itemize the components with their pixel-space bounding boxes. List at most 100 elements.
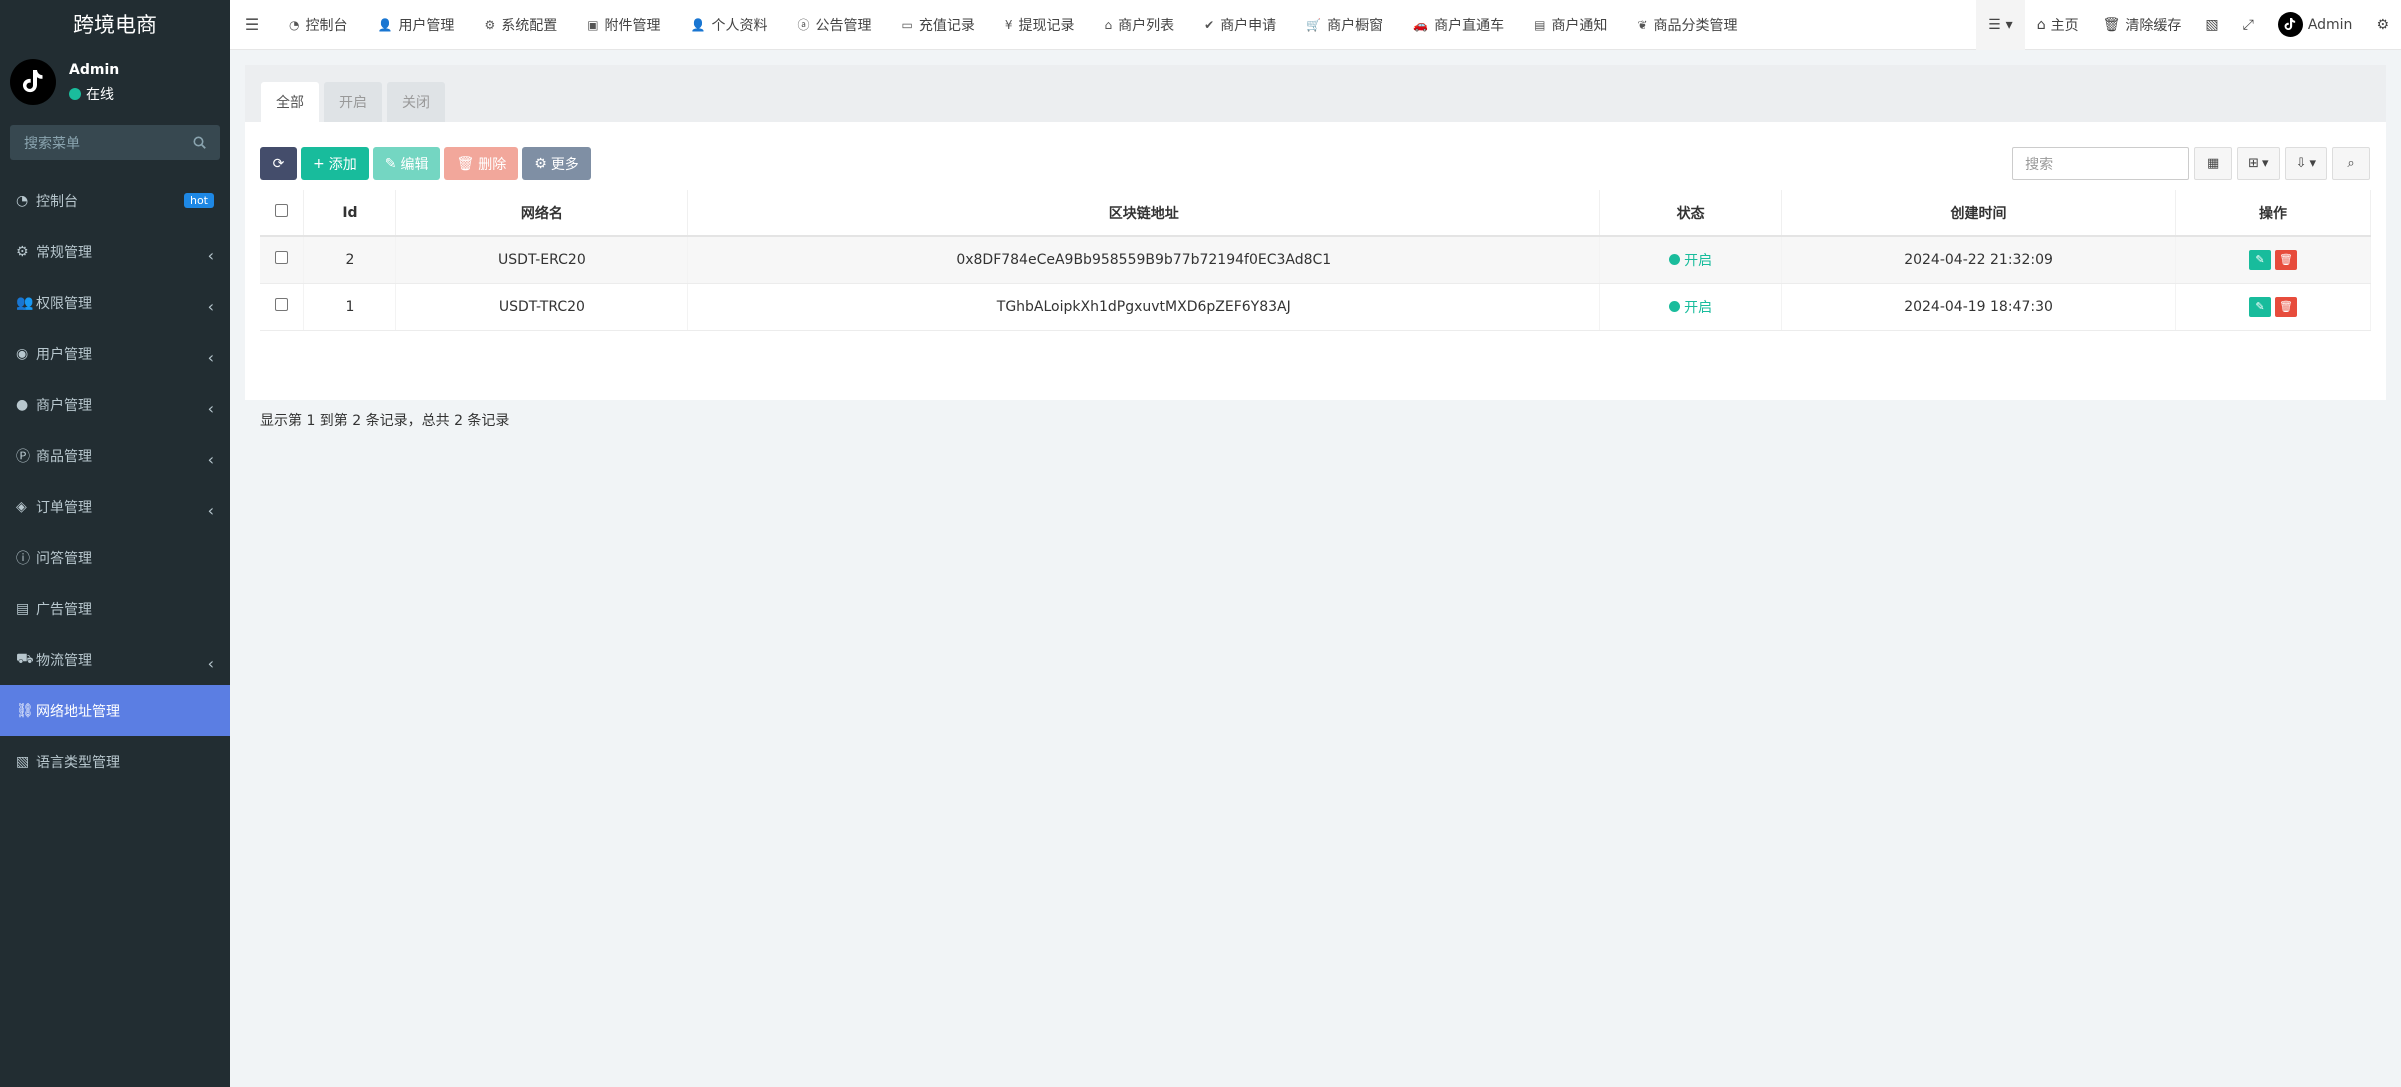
truck-icon: ⛟ bbox=[16, 650, 34, 667]
nav-tab-label: 充值记录 bbox=[918, 17, 975, 34]
sidebar-item-label: 语言类型管理 bbox=[36, 754, 120, 771]
caret-down-icon: ▾ bbox=[2005, 16, 2013, 33]
status-badge[interactable]: 开启 bbox=[1669, 297, 1712, 317]
search-icon[interactable] bbox=[193, 136, 206, 149]
trash-icon: 🗑 bbox=[2279, 253, 2293, 267]
brand-title[interactable]: 跨境电商 bbox=[0, 0, 230, 50]
admin-menu[interactable]: Admin bbox=[2266, 0, 2365, 50]
user-panel: Admin 在线 bbox=[0, 50, 230, 118]
menu-search-input[interactable]: 搜索菜单 bbox=[10, 125, 220, 160]
advanced-search-button[interactable]: ⌕ bbox=[2332, 147, 2370, 180]
nav-tab-attachments[interactable]: ▣ 附件管理 bbox=[572, 0, 675, 50]
nav-tab-label: 用户管理 bbox=[398, 17, 455, 34]
column-header-created[interactable]: 创建时间 bbox=[1781, 190, 2176, 237]
sidebar-item-ads[interactable]: ▤ 广告管理 bbox=[0, 583, 230, 634]
sidebar-item-label: 权限管理 bbox=[36, 295, 92, 312]
language-button[interactable]: ▧ bbox=[2193, 0, 2230, 50]
sidebar-item-qa[interactable]: ⓘ 问答管理 bbox=[0, 532, 230, 583]
refresh-button[interactable]: ⟳ bbox=[260, 147, 297, 180]
nav-tab-label: 商户通知 bbox=[1551, 17, 1608, 34]
check-circle-icon: ✔ bbox=[1204, 17, 1215, 32]
nav-tab-announcements[interactable]: ⓐ 公告管理 bbox=[783, 0, 887, 50]
cogs-icon: ⚙ bbox=[16, 243, 29, 260]
status-badge[interactable]: 开启 bbox=[1669, 250, 1712, 270]
online-dot-icon bbox=[69, 88, 81, 100]
sidebar-item-merchants[interactable]: ● 商户管理 ‹ bbox=[0, 379, 230, 430]
row-delete-button[interactable]: 🗑 bbox=[2275, 249, 2297, 270]
nav-tab-label: 商户橱窗 bbox=[1327, 17, 1384, 34]
sidebar-item-users[interactable]: ◉ 用户管理 ‹ bbox=[0, 328, 230, 379]
tabs-dropdown-button[interactable]: ☰ ▾ bbox=[1976, 0, 2025, 50]
row-edit-button[interactable]: ✎ bbox=[2249, 249, 2271, 270]
nav-tab-recharge[interactable]: ▭ 充值记录 bbox=[887, 0, 990, 50]
column-header-network-name[interactable]: 网络名 bbox=[395, 190, 689, 237]
nav-tab-label: 提现记录 bbox=[1018, 17, 1075, 34]
cell-created: 2024-04-22 21:32:09 bbox=[1781, 236, 2176, 284]
tab-disabled[interactable]: 关闭 bbox=[387, 82, 445, 122]
menu-toggle-icon[interactable]: ☰ bbox=[230, 15, 274, 34]
toggle-view-button[interactable]: ▦ bbox=[2194, 147, 2233, 180]
caret-down-icon: ▾ bbox=[2309, 156, 2316, 171]
admin-name: Admin bbox=[2307, 16, 2353, 33]
columns-button[interactable]: ⊞ ▾ bbox=[2237, 147, 2280, 180]
content-panel: 全部 开启 关闭 ⟳ + 添加 ✎ 编辑 🗑 删除 ⚙ 更多 搜索 ▦ ⊞ ▾ ⇩ ▾ ⌕ … bbox=[245, 65, 2386, 429]
sidebar-item-permissions[interactable]: 👥 权限管理 ‹ bbox=[0, 277, 230, 328]
nav-tab-merchant-showcase[interactable]: 🛒 商户橱窗 bbox=[1291, 0, 1398, 50]
select-all-checkbox[interactable] bbox=[275, 204, 289, 217]
nav-tab-withdraw[interactable]: ¥ 提现记录 bbox=[990, 0, 1090, 50]
table-search-input[interactable]: 搜索 bbox=[2012, 147, 2190, 180]
more-button[interactable]: ⚙ 更多 bbox=[522, 147, 591, 180]
sidebar-item-label: 广告管理 bbox=[36, 601, 92, 618]
column-header-actions: 操作 bbox=[2175, 190, 2371, 237]
nav-tab-users[interactable]: 👤 用户管理 bbox=[362, 0, 469, 50]
delete-label: 删除 bbox=[478, 156, 507, 173]
sidebar-item-network-address[interactable]: ⛓ 网络地址管理 bbox=[0, 685, 230, 736]
fullscreen-button[interactable]: ⤢ bbox=[2231, 0, 2266, 50]
column-header-id[interactable]: Id bbox=[303, 190, 397, 237]
home-link[interactable]: ⌂ 主页 bbox=[2025, 0, 2091, 50]
sidebar-item-orders[interactable]: ◈ 订单管理 ‹ bbox=[0, 481, 230, 532]
cell-network-name: USDT-TRC20 bbox=[395, 283, 689, 331]
row-checkbox[interactable] bbox=[275, 251, 289, 265]
sidebar-item-products[interactable]: Ⓟ 商品管理 ‹ bbox=[0, 430, 230, 481]
select-all-header bbox=[260, 190, 305, 237]
nav-tab-merchant-express[interactable]: 🚗 商户直通车 bbox=[1398, 0, 1519, 50]
sidebar-item-language[interactable]: ▧ 语言类型管理 bbox=[0, 736, 230, 787]
product-icon: Ⓟ bbox=[16, 448, 30, 465]
gear-icon: ⚙ bbox=[534, 155, 547, 172]
sidebar-menu: ◔ 控制台 hot ⚙ 常规管理 ‹ 👥 权限管理 ‹ ◉ 用户管理 ‹ ● 商… bbox=[0, 175, 230, 787]
nav-tab-category[interactable]: ❦ 商品分类管理 bbox=[1622, 0, 1752, 50]
home-icon: ⌂ bbox=[1104, 17, 1113, 32]
row-edit-button[interactable]: ✎ bbox=[2249, 296, 2271, 317]
sidebar-item-general[interactable]: ⚙ 常规管理 ‹ bbox=[0, 226, 230, 277]
hot-badge: hot bbox=[183, 193, 214, 208]
edit-button[interactable]: ✎ 编辑 bbox=[372, 147, 441, 180]
tab-enabled[interactable]: 开启 bbox=[324, 82, 382, 122]
settings-button[interactable]: ⚙ bbox=[2364, 0, 2401, 50]
nav-tab-profile[interactable]: 👤 个人资料 bbox=[676, 0, 783, 50]
export-button[interactable]: ⇩ ▾ bbox=[2284, 147, 2327, 180]
nav-tab-merchant-apply[interactable]: ✔ 商户申请 bbox=[1189, 0, 1291, 50]
nav-tab-merchant-notice[interactable]: ▤ 商户通知 bbox=[1519, 0, 1622, 50]
delete-button[interactable]: 🗑 删除 bbox=[444, 147, 519, 180]
trash-icon: 🗑 bbox=[456, 155, 475, 172]
add-button[interactable]: + 添加 bbox=[301, 147, 369, 180]
top-navbar: ☰ ◔ 控制台 👤 用户管理 ⚙ 系统配置 ▣ 附件管理 👤 个人资料 ⓐ 公告管理 ▭ 充值… bbox=[230, 0, 2401, 50]
sidebar-item-dashboard[interactable]: ◔ 控制台 hot bbox=[0, 175, 230, 226]
nav-tab-merchant-list[interactable]: ⌂ 商户列表 bbox=[1090, 0, 1190, 50]
sidebar-item-logistics[interactable]: ⛟ 物流管理 ‹ bbox=[0, 634, 230, 685]
user-status: 在线 bbox=[69, 84, 114, 104]
row-checkbox[interactable] bbox=[275, 298, 289, 311]
column-header-address[interactable]: 区块链地址 bbox=[687, 190, 1601, 237]
nav-tab-dashboard[interactable]: ◔ 控制台 bbox=[274, 0, 362, 50]
tab-all[interactable]: 全部 bbox=[261, 82, 319, 122]
status-label: 开启 bbox=[1684, 299, 1713, 316]
nav-tab-system-config[interactable]: ⚙ 系统配置 bbox=[469, 0, 572, 50]
chevron-left-icon: ‹ bbox=[207, 297, 214, 316]
clear-cache-button[interactable]: 🗑 清除缓存 bbox=[2091, 0, 2194, 50]
status-dot-icon bbox=[1669, 254, 1681, 266]
row-delete-button[interactable]: 🗑 bbox=[2275, 296, 2297, 317]
menu-search-placeholder: 搜索菜单 bbox=[24, 135, 80, 152]
chevron-left-icon: ‹ bbox=[207, 246, 214, 265]
column-header-status[interactable]: 状态 bbox=[1599, 190, 1783, 237]
